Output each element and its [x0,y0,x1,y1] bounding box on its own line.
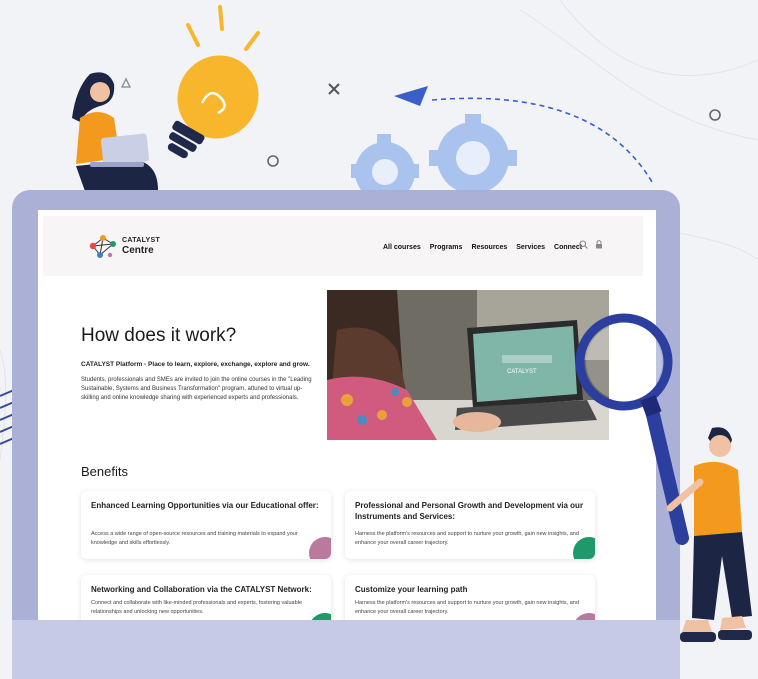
gears-icon [351,114,517,202]
site-header: CATALYST Centre All courses Programs Res… [43,216,643,276]
hero-tagline: CATALYST Platform - Place to learn, expl… [81,361,310,368]
close-icon [328,83,340,95]
benefit-card-text: Connect and collaborate with like-minded… [91,600,302,615]
benefit-card: Customize your learning path Harness the… [345,575,595,620]
nav-all-courses[interactable]: All courses [383,244,421,251]
benefit-card: Networking and Collaboration via the CAT… [81,575,331,620]
nav-connect[interactable]: Connect [554,244,582,251]
page-title: How does it work? [81,325,237,346]
benefit-card-title: Customize your learning path [355,585,468,594]
website-screen: CATALYST Centre All courses Programs Res… [38,210,656,620]
lock-icon[interactable] [595,240,603,249]
benefit-card-title: Enhanced Learning Opportunities via our … [91,501,319,510]
hero-description: Students, professionals and SMEs are inv… [81,377,312,401]
benefit-card-text: Harness the platform's resources and sup… [355,531,579,546]
main-nav: All courses Programs Resources Services … [383,244,582,251]
logo-line2: Centre [122,245,154,256]
circle-decoration [709,109,721,121]
man-standing-illustration [666,427,752,642]
benefit-card: Enhanced Learning Opportunities via our … [81,491,331,559]
search-icon[interactable] [579,240,588,249]
nav-services[interactable]: Services [516,244,545,251]
hero-photo: CATALYST [327,290,609,440]
circle-decoration [267,155,279,167]
benefits-heading: Benefits [81,464,128,479]
header-icons [579,240,603,249]
benefit-card-title: Networking and Collaboration via the CAT… [91,585,312,594]
catalyst-logo[interactable]: CATALYST Centre [88,232,160,260]
benefit-card-text: Harness the platform's resources and sup… [355,600,579,615]
benefit-card-title: Professional and Personal Growth and Dev… [355,501,584,521]
benefit-card-text: Access a wide range of open-source resou… [91,531,298,546]
benefit-card: Professional and Personal Growth and Dev… [345,491,595,559]
monitor-stand [12,620,680,679]
nav-resources[interactable]: Resources [471,244,507,251]
nav-programs[interactable]: Programs [430,244,463,251]
network-logo-icon [89,235,116,258]
laptop-screen-text: CATALYST [507,369,537,375]
